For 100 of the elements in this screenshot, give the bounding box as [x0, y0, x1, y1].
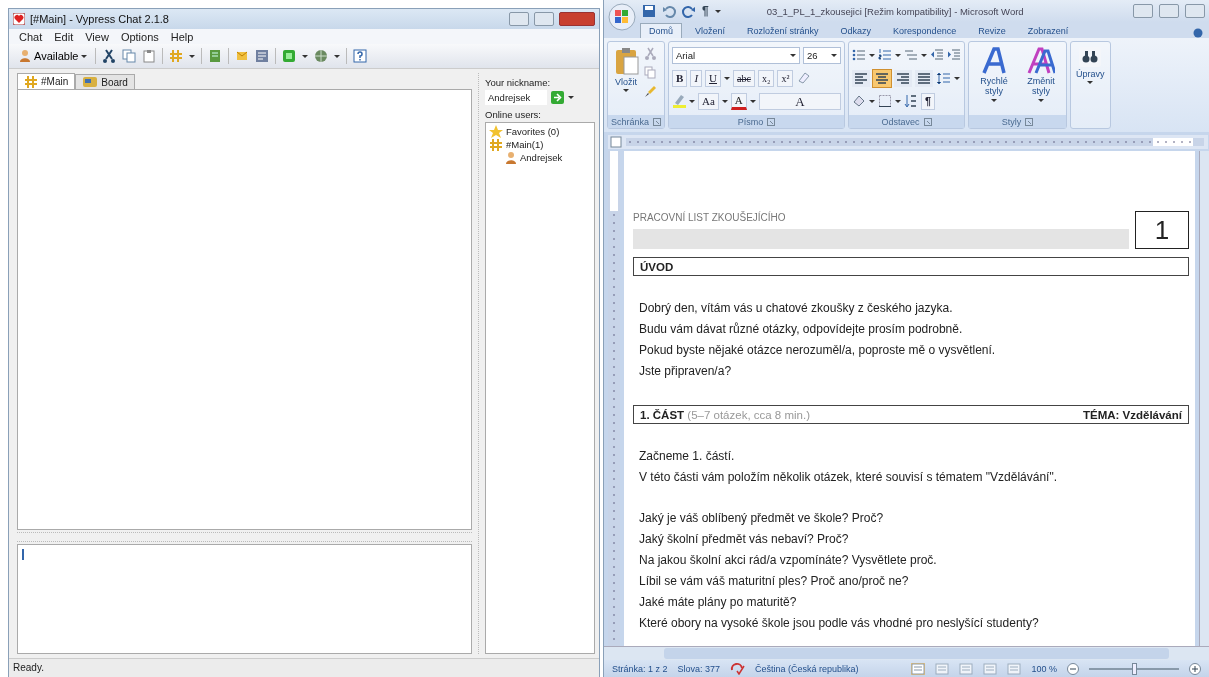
- cut-icon[interactable]: [102, 49, 117, 63]
- tree-item[interactable]: Andrejsek: [520, 152, 563, 163]
- caret-icon[interactable]: [714, 9, 721, 13]
- caret-icon[interactable]: [302, 54, 309, 58]
- caret-icon[interactable]: [189, 54, 196, 58]
- word-count[interactable]: Slova: 377: [677, 663, 721, 674]
- font-button[interactable]: A: [730, 92, 747, 110]
- shading-icon[interactable]: [852, 94, 867, 108]
- zoom-slider-thumb[interactable]: [1132, 662, 1137, 675]
- increase-indent-icon[interactable]: [947, 48, 962, 62]
- caret-icon[interactable]: [568, 96, 574, 99]
- styles-button[interactable]: Rychlé styly: [972, 45, 1017, 104]
- bullets-icon[interactable]: [852, 48, 867, 62]
- redo-icon[interactable]: [682, 4, 696, 18]
- go-button-icon[interactable]: [551, 91, 564, 104]
- maximize-button[interactable]: [1159, 4, 1179, 18]
- close-button[interactable]: [1185, 4, 1205, 18]
- caret-icon[interactable]: [689, 99, 696, 103]
- caret-icon[interactable]: [721, 99, 728, 103]
- menu-item[interactable]: Options: [120, 30, 159, 43]
- align-justify-icon[interactable]: [915, 69, 934, 87]
- nickname-field[interactable]: Andrejsek: [485, 90, 547, 105]
- minimize-button[interactable]: [1133, 4, 1153, 18]
- brush-icon[interactable]: [644, 85, 657, 98]
- globe-icon[interactable]: [314, 49, 329, 63]
- page-count[interactable]: Stránka: 1 z 2: [612, 663, 668, 674]
- tree-item[interactable]: Favorites (0): [506, 126, 560, 137]
- caret-icon[interactable]: [869, 99, 876, 103]
- ribbon-tab[interactable]: Revize: [969, 23, 1015, 38]
- caret-icon[interactable]: [954, 76, 961, 80]
- launcher-icon[interactable]: [1025, 117, 1034, 126]
- decrease-indent-icon[interactable]: [930, 48, 945, 62]
- format-button[interactable]: B: [672, 69, 688, 87]
- status-dropdown[interactable]: Available: [17, 49, 90, 63]
- line-spacing-icon[interactable]: [936, 70, 952, 86]
- message-input[interactable]: [17, 544, 472, 654]
- multilevel-list-icon[interactable]: [904, 48, 919, 62]
- proofing-icon[interactable]: [730, 662, 746, 675]
- zoom-out-icon[interactable]: [1067, 662, 1079, 675]
- launcher-icon[interactable]: [923, 117, 932, 126]
- tree-item[interactable]: #Main(1): [506, 139, 544, 150]
- font-button[interactable]: A: [758, 92, 842, 110]
- vertical-scrollbar[interactable]: [1199, 151, 1209, 646]
- caret-icon[interactable]: [334, 54, 341, 58]
- format-button[interactable]: x²: [777, 69, 794, 87]
- editing-button[interactable]: Úpravy: [1074, 45, 1107, 86]
- copy-icon[interactable]: [122, 49, 137, 63]
- format-button[interactable]: x₂: [757, 69, 775, 87]
- save-icon[interactable]: [642, 4, 656, 18]
- menu-item[interactable]: View: [85, 30, 109, 43]
- styles-button[interactable]: Změnit styly: [1019, 45, 1064, 104]
- align-right-icon[interactable]: [894, 69, 913, 87]
- font-button[interactable]: Aa: [698, 92, 719, 110]
- menu-item[interactable]: Chat: [19, 30, 43, 43]
- caret-icon[interactable]: [895, 99, 902, 103]
- channel-tab[interactable]: Board: [75, 74, 135, 89]
- align-left-icon[interactable]: [852, 69, 871, 87]
- menu-item[interactable]: Help: [170, 30, 194, 43]
- ribbon-tab[interactable]: Domů: [640, 23, 682, 38]
- ribbon-tab[interactable]: Rozložení stránky: [738, 23, 828, 38]
- numbering-icon[interactable]: [878, 48, 893, 62]
- caret-icon[interactable]: [921, 53, 928, 57]
- format-button[interactable]: I: [690, 69, 703, 87]
- caret-icon[interactable]: [724, 76, 730, 80]
- undo-icon[interactable]: [662, 4, 676, 18]
- font-name-field[interactable]: Arial: [672, 46, 801, 64]
- minimize-button[interactable]: [509, 12, 529, 26]
- pilcrow-button[interactable]: ¶: [921, 92, 936, 110]
- align-center-icon[interactable]: [873, 69, 892, 87]
- caret-icon[interactable]: [895, 53, 902, 57]
- sort-icon[interactable]: [904, 94, 919, 108]
- caret-icon[interactable]: [869, 53, 876, 57]
- format-button[interactable]: abc: [733, 69, 755, 87]
- menu-item[interactable]: Edit: [54, 30, 74, 43]
- ribbon-tab[interactable]: Vložení: [686, 23, 735, 38]
- caret-icon[interactable]: [749, 99, 756, 103]
- view-button-icon[interactable]: [911, 662, 926, 675]
- ribbon-tab[interactable]: Odkazy: [831, 23, 881, 38]
- splitter-handle[interactable]: [17, 532, 472, 542]
- font-size-field[interactable]: 26: [803, 46, 842, 64]
- format-button[interactable]: U: [705, 69, 721, 87]
- pilcrow-button[interactable]: ¶: [702, 4, 709, 18]
- paste-icon[interactable]: [142, 49, 157, 63]
- launcher-icon[interactable]: [653, 117, 662, 126]
- copy-icon[interactable]: [644, 66, 657, 79]
- horizontal-ruler-drawing[interactable]: [608, 135, 1208, 149]
- ribbon-tab[interactable]: Zobrazení: [1018, 23, 1078, 38]
- clear-format-icon[interactable]: [796, 71, 811, 85]
- borders-icon[interactable]: [878, 94, 893, 108]
- book-icon[interactable]: [208, 49, 223, 63]
- ribbon-tab[interactable]: Korespondence: [884, 23, 966, 38]
- zoom-in-icon[interactable]: [1189, 662, 1201, 675]
- zoom-level[interactable]: 100 %: [1031, 663, 1057, 674]
- board-icon[interactable]: [255, 49, 270, 63]
- language-indicator[interactable]: Čeština (Česká republika): [755, 663, 859, 674]
- maximize-button[interactable]: [534, 12, 554, 26]
- square-icon[interactable]: [282, 49, 297, 63]
- horizontal-scrollbar[interactable]: [604, 646, 1209, 660]
- hash-icon[interactable]: [169, 49, 184, 63]
- launcher-icon[interactable]: [767, 117, 776, 126]
